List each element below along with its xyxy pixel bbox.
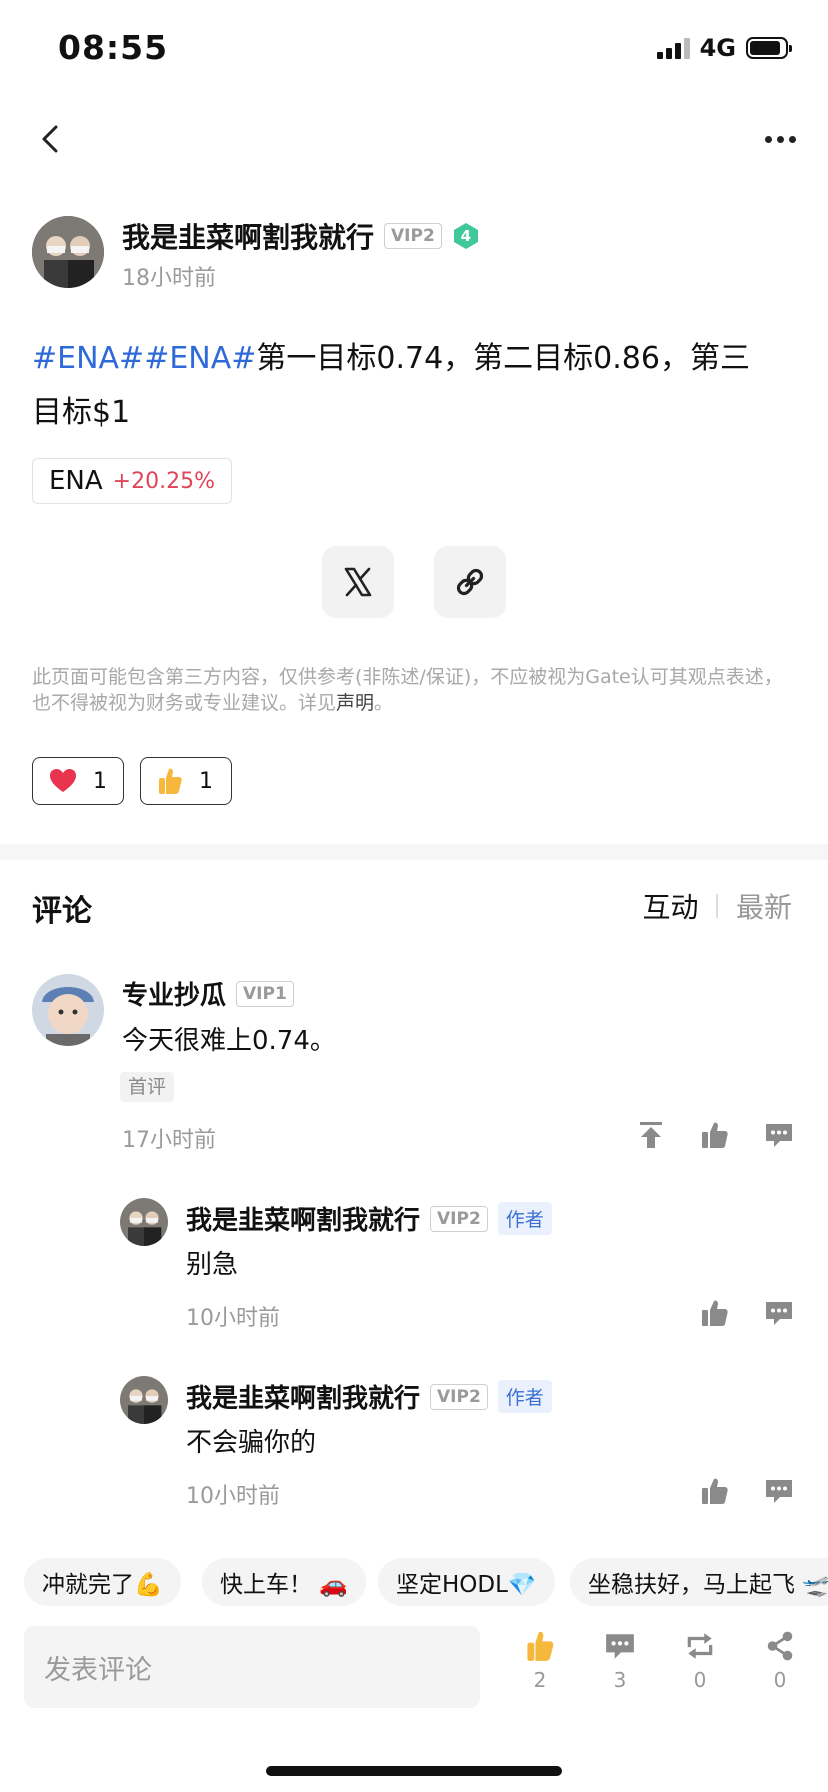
author-badge: 作者 — [497, 1380, 552, 1413]
level-badge-icon: 4 — [452, 222, 480, 250]
share-icon — [767, 1631, 793, 1661]
bottom-repost-button[interactable]: 0 — [670, 1630, 730, 1692]
reply-text: 不会骗你的 — [186, 1428, 317, 1458]
like-icon[interactable] — [700, 1298, 730, 1328]
quick-reply-chip[interactable]: 坐稳扶好，马上起飞 🛫 — [570, 1558, 828, 1606]
signal-icon — [656, 37, 690, 59]
quick-reply-chip[interactable]: 冲就完了💪 — [24, 1558, 181, 1606]
like-count: 2 — [533, 1668, 547, 1692]
reply-time: 10小时前 — [186, 1484, 280, 1509]
back-arrow-icon[interactable] — [36, 124, 66, 154]
first-comment-badge: 首评 — [120, 1072, 175, 1102]
reaction-heart[interactable]: 1 — [32, 757, 124, 805]
repost-count: 0 — [693, 1668, 707, 1692]
reply-author-name[interactable]: 我是韭菜啊割我就行 — [186, 1200, 420, 1237]
comment-icon[interactable] — [764, 1476, 794, 1506]
repost-icon — [687, 1633, 713, 1659]
sort-latest-tab[interactable]: 最新 — [736, 886, 792, 926]
sort-interactive-tab[interactable]: 互动 — [642, 886, 698, 926]
heart-count: 1 — [93, 768, 107, 794]
comment-time: 17小时前 — [122, 1128, 216, 1153]
status-indicators: 4G — [656, 34, 792, 62]
post-text-line2: 目标$1 — [32, 395, 131, 430]
coin-change: +20.25% — [112, 468, 215, 494]
disclaimer-end: 。 — [374, 692, 394, 714]
post-time: 18小时前 — [122, 266, 216, 291]
x-logo-icon — [344, 567, 372, 597]
network-label: 4G — [699, 34, 736, 62]
comment-sort: 互动 最新 — [642, 886, 792, 926]
reply-text: 别急 — [186, 1250, 239, 1280]
bottom-comment-button[interactable]: 3 — [590, 1630, 650, 1692]
section-divider — [0, 844, 828, 860]
battery-icon — [746, 37, 792, 59]
disclaimer: 此页面可能包含第三方内容，仅供参考(非陈述/保证)，不应被视为Gate认可其观点… — [32, 664, 800, 716]
home-indicator — [266, 1766, 562, 1776]
pin-top-icon[interactable] — [636, 1120, 666, 1150]
bottom-share-button[interactable]: 0 — [750, 1630, 810, 1692]
vip-badge: VIP2 — [384, 223, 442, 249]
vip-badge: VIP2 — [430, 1383, 488, 1410]
vip-badge: VIP2 — [430, 1205, 488, 1232]
reply-author-avatar[interactable] — [120, 1376, 168, 1424]
comment-count: 3 — [613, 1668, 627, 1692]
link-icon — [456, 568, 484, 596]
comment-icon[interactable] — [764, 1298, 794, 1328]
comment-icon[interactable] — [764, 1120, 794, 1150]
post-text-line1: 第一目标0.74，第二目标0.86，第三 — [256, 341, 750, 376]
commenter-avatar[interactable] — [32, 974, 104, 1046]
level-badge-number: 4 — [460, 227, 472, 245]
heart-icon — [50, 769, 76, 792]
thumbs-up-count: 1 — [199, 768, 213, 794]
comments-title: 评论 — [32, 894, 92, 929]
author-name[interactable]: 我是韭菜啊割我就行 — [122, 216, 374, 256]
comment-input[interactable]: 发表评论 — [24, 1626, 480, 1708]
author-badge: 作者 — [497, 1202, 552, 1235]
like-icon[interactable] — [700, 1120, 730, 1150]
comment-text: 今天很难上0.74。 — [122, 1026, 336, 1056]
share-x-button[interactable] — [322, 546, 394, 618]
reaction-thumbs-up[interactable]: 1 — [140, 757, 232, 805]
comment-author-name[interactable]: 专业抄瓜 — [122, 975, 226, 1012]
disclaimer-link[interactable]: 声明 — [336, 692, 374, 714]
post-content: #ENA##ENA#第一目标0.74，第二目标0.86，第三 目标$1 — [32, 332, 792, 440]
disclaimer-text: 此页面可能包含第三方内容，仅供参考(非陈述/保证)，不应被视为Gate认可其观点… — [32, 666, 783, 714]
comment-icon — [606, 1634, 634, 1659]
share-count: 0 — [773, 1668, 787, 1692]
reply-author-name[interactable]: 我是韭菜啊割我就行 — [186, 1378, 420, 1415]
author-avatar[interactable] — [32, 216, 104, 288]
more-options-icon[interactable] — [765, 136, 796, 143]
reply-author-avatar[interactable] — [120, 1198, 168, 1246]
quick-reply-chip[interactable]: 坚定HODL💎 — [378, 1558, 555, 1606]
bottom-like-button[interactable]: 2 — [510, 1630, 570, 1692]
status-time: 08:55 — [58, 28, 169, 67]
quick-reply-chip[interactable]: 快上车！ 🚗 — [202, 1558, 366, 1606]
post-hashtags[interactable]: #ENA##ENA# — [32, 341, 256, 376]
vip-badge: VIP1 — [236, 980, 294, 1007]
copy-link-button[interactable] — [434, 546, 506, 618]
like-icon[interactable] — [700, 1476, 730, 1506]
coin-symbol: ENA — [49, 466, 103, 496]
like-icon — [527, 1631, 554, 1661]
thumbs-up-emoji-icon — [159, 768, 182, 794]
coin-chip[interactable]: ENA +20.25% — [32, 458, 232, 504]
reply-time: 10小时前 — [186, 1306, 280, 1331]
